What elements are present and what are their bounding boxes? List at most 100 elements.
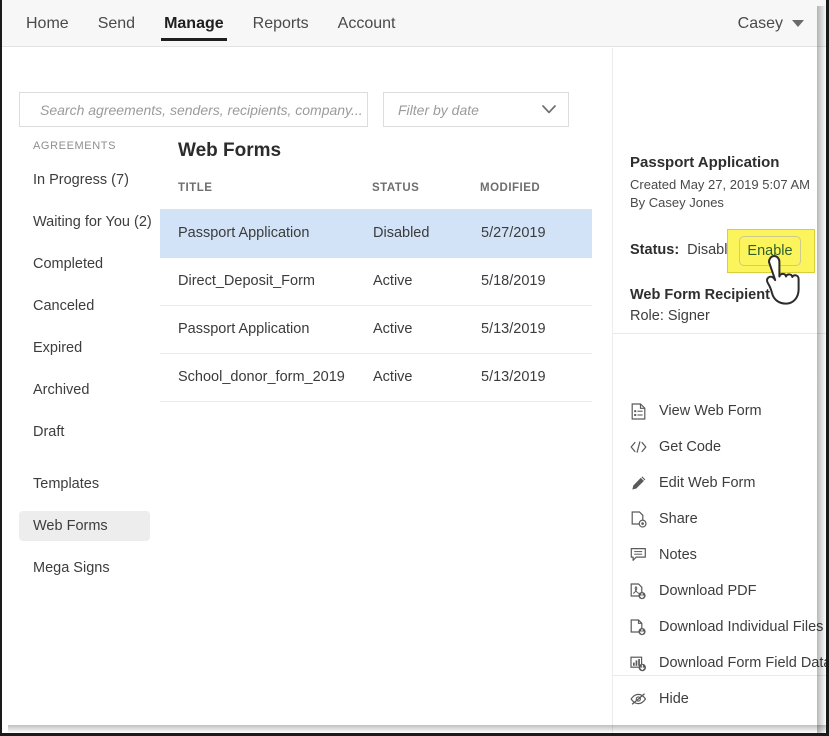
sidebar-item-mega-signs[interactable]: Mega Signs xyxy=(19,553,150,583)
sidebar-label: Web Forms xyxy=(33,518,108,534)
table-row[interactable]: School_donor_form_2019 Active 5/13/2019 xyxy=(160,353,592,401)
action-view-web-form[interactable]: View Web Form xyxy=(613,393,829,429)
speech-bubble-icon xyxy=(630,547,647,564)
action-list: View Web Form Get Code xyxy=(613,393,829,717)
cell-modified: 5/18/2019 xyxy=(480,257,592,305)
cell-title: School_donor_form_2019 xyxy=(160,353,372,401)
sidebar-label: Mega Signs xyxy=(33,560,110,576)
nav-item-home[interactable]: Home xyxy=(26,0,69,47)
download-chart-icon xyxy=(630,655,647,672)
action-share[interactable]: Share xyxy=(613,501,829,537)
table-row[interactable]: Passport Application Disabled 5/27/2019 xyxy=(160,209,592,257)
filter-by-date-select[interactable]: Filter by date xyxy=(383,92,569,127)
detail-created-date: Created May 27, 2019 5:07 AM xyxy=(630,177,828,192)
table-header: TITLE STATUS MODIFIED xyxy=(160,182,592,209)
action-download-pdf[interactable]: Download PDF xyxy=(613,573,829,609)
download-file-icon xyxy=(630,619,647,636)
status-label: Status: xyxy=(630,242,679,258)
enable-button[interactable]: Enable xyxy=(739,236,801,266)
action-label: Share xyxy=(659,511,698,527)
sidebar-label: Expired xyxy=(33,340,82,356)
table-row[interactable]: Passport Application Active 5/13/2019 xyxy=(160,305,592,353)
nav-item-manage[interactable]: Manage xyxy=(164,0,224,47)
account-user-name: Casey xyxy=(738,15,783,33)
table-header-row: TITLE STATUS MODIFIED xyxy=(160,182,592,209)
top-navigation-bar: Home Send Manage Reports Account Casey xyxy=(2,0,828,47)
sidebar-item-archived[interactable]: Archived xyxy=(19,375,150,405)
action-label: Get Code xyxy=(659,439,721,455)
cell-modified: 5/13/2019 xyxy=(480,305,592,353)
sidebar-item-templates[interactable]: Templates xyxy=(19,469,150,499)
column-header-modified[interactable]: MODIFIED xyxy=(480,182,592,209)
panel-divider-bottom xyxy=(613,675,829,676)
action-edit-web-form[interactable]: Edit Web Form xyxy=(613,465,829,501)
cell-title: Passport Application xyxy=(160,209,372,257)
action-notes[interactable]: Notes xyxy=(613,537,829,573)
filter-placeholder-text: Filter by date xyxy=(398,102,479,118)
action-hide[interactable]: Hide xyxy=(613,681,829,717)
detail-recipient-heading: Web Form Recipient xyxy=(630,287,828,303)
sidebar-label: Templates xyxy=(33,476,99,492)
cell-title: Direct_Deposit_Form xyxy=(160,257,372,305)
sidebar-label: Completed xyxy=(33,256,103,272)
panel-divider-top xyxy=(613,333,829,334)
main-nav-items: Home Send Manage Reports Account xyxy=(26,0,424,47)
nav-label-home: Home xyxy=(26,15,69,32)
web-forms-table: TITLE STATUS MODIFIED Passport Applicati… xyxy=(160,182,592,402)
sidebar-label: In Progress (7) xyxy=(33,172,129,188)
table-row[interactable]: Direct_Deposit_Form Active 5/18/2019 xyxy=(160,257,592,305)
nav-label-send: Send xyxy=(98,15,135,32)
action-label: Notes xyxy=(659,547,697,563)
sidebar-item-draft[interactable]: Draft xyxy=(19,417,150,447)
action-get-code[interactable]: Get Code xyxy=(613,429,829,465)
application-window: Home Send Manage Reports Account Casey S… xyxy=(0,0,829,736)
action-label: Download Individual Files (1) xyxy=(659,619,829,635)
details-panel: Passport Application Created May 27, 201… xyxy=(612,48,828,733)
sidebar-label: Archived xyxy=(33,382,89,398)
action-label: Edit Web Form xyxy=(659,475,755,491)
pencil-icon xyxy=(630,475,647,492)
sidebar-item-in-progress[interactable]: In Progress (7) xyxy=(19,165,150,195)
detail-created-by: By Casey Jones xyxy=(630,195,828,210)
cell-modified: 5/27/2019 xyxy=(480,209,592,257)
left-sidebar: AGREEMENTS In Progress (7) Waiting for Y… xyxy=(2,140,157,595)
nav-item-send[interactable]: Send xyxy=(98,0,135,47)
action-label: Download PDF xyxy=(659,583,757,599)
account-menu-button[interactable]: Casey xyxy=(738,0,804,47)
nav-item-reports[interactable]: Reports xyxy=(253,0,309,47)
column-header-status[interactable]: STATUS xyxy=(372,182,480,209)
cell-status: Active xyxy=(372,305,480,353)
cell-status: Active xyxy=(372,353,480,401)
nav-label-reports: Reports xyxy=(253,15,309,32)
window-content: Home Send Manage Reports Account Casey S… xyxy=(2,0,828,733)
page-title: Web Forms xyxy=(160,140,592,162)
search-placeholder-text: Search agreements, senders, recipients, … xyxy=(40,102,363,118)
cell-modified: 5/13/2019 xyxy=(480,353,592,401)
share-document-icon xyxy=(630,511,647,528)
code-brackets-icon xyxy=(630,439,647,456)
action-label: Hide xyxy=(659,691,689,707)
sidebar-label: Draft xyxy=(33,424,64,440)
nav-item-account[interactable]: Account xyxy=(338,0,396,47)
sidebar-item-web-forms[interactable]: Web Forms xyxy=(19,511,150,541)
sidebar-item-waiting-for-you[interactable]: Waiting for You (2) xyxy=(19,207,150,237)
sidebar-item-expired[interactable]: Expired xyxy=(19,333,150,363)
main-content: Web Forms TITLE STATUS MODIFIED Passport… xyxy=(160,140,592,402)
nav-label-manage: Manage xyxy=(164,15,224,32)
action-label: Download Form Field Data xyxy=(659,655,829,671)
cell-status: Active xyxy=(372,257,480,305)
sidebar-label: Waiting for You (2) xyxy=(33,214,152,230)
column-header-title[interactable]: TITLE xyxy=(160,182,372,209)
download-pdf-icon xyxy=(630,583,647,600)
cell-status: Disabled xyxy=(372,209,480,257)
cell-title: Passport Application xyxy=(160,305,372,353)
sidebar-heading-agreements: AGREEMENTS xyxy=(2,140,157,152)
status-value: Disabled xyxy=(687,242,743,258)
search-input[interactable]: Search agreements, senders, recipients, … xyxy=(19,92,368,127)
nav-label-account: Account xyxy=(338,15,396,32)
action-download-individual-files[interactable]: Download Individual Files (1) xyxy=(613,609,829,645)
detail-recipient-role: Role: Signer xyxy=(630,308,828,324)
sidebar-item-canceled[interactable]: Canceled xyxy=(19,291,150,321)
document-lines-icon xyxy=(630,403,647,420)
sidebar-item-completed[interactable]: Completed xyxy=(19,249,150,279)
